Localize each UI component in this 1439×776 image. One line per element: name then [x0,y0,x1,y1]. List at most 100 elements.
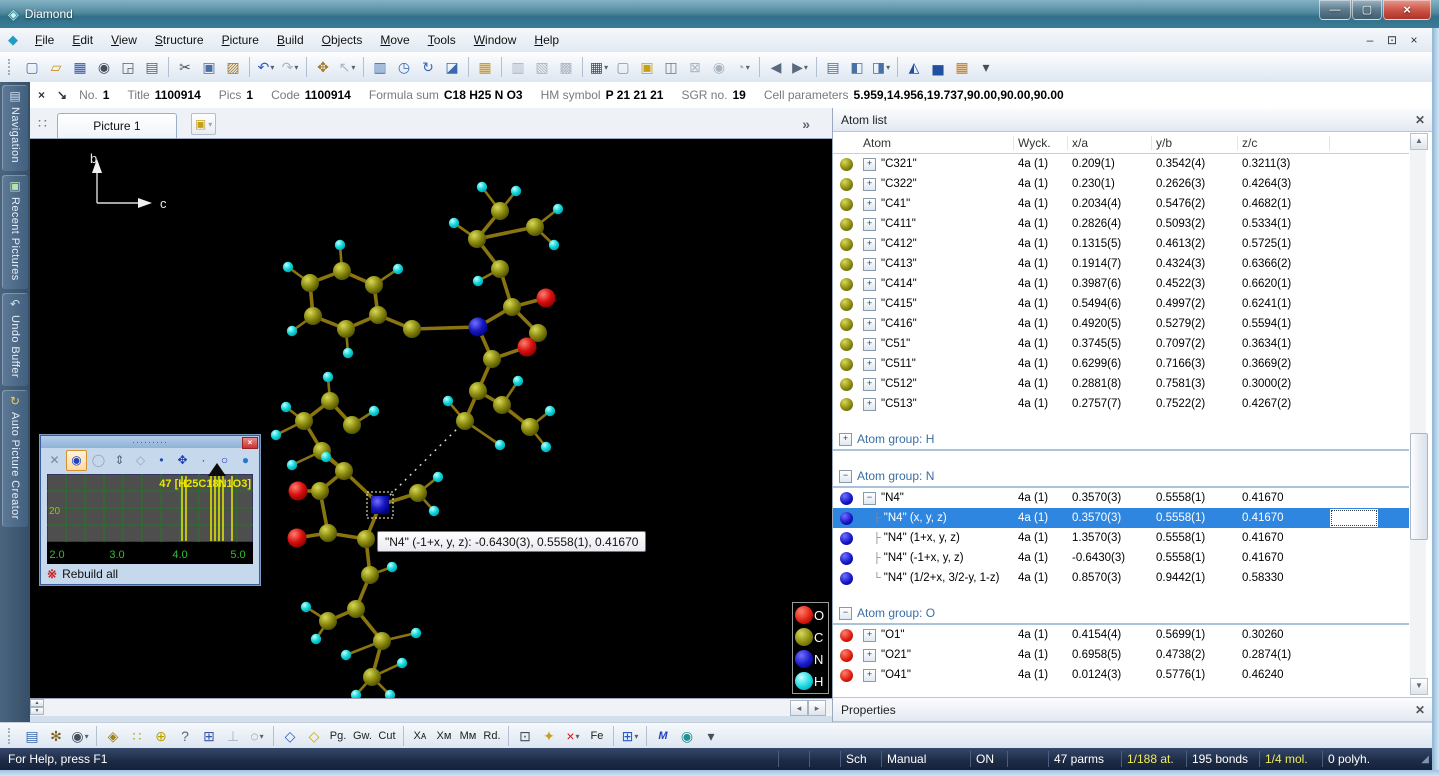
cut-label-button[interactable]: Cut [376,725,398,747]
assign-wizard-icon[interactable]: ✻ [45,725,67,747]
table-row[interactable]: +"C322"4a (1)0.230(1)0.2626(3)0.4264(3) [833,174,1409,194]
table-row[interactable]: +"C412"4a (1)0.1315(5)0.4613(2)0.5725(1) [833,234,1409,254]
menu-window[interactable]: Window [465,29,526,51]
prev-picture-icon[interactable]: ◀ [765,56,787,78]
scroll-left-button[interactable]: ◂ [790,700,808,716]
tab-grid-icon[interactable]: ∷ [38,115,47,132]
column-header[interactable]: y/b [1152,136,1238,150]
tool-split-updown-icon[interactable]: ⇕ [110,451,129,470]
atom-question-icon[interactable]: ? [174,725,196,747]
table-row[interactable]: +"O1"4a (1)0.4154(4)0.5699(1)0.30260 [833,625,1409,645]
xm-label-button[interactable]: Xᴍ [433,725,455,747]
table-row[interactable]: ├"N4" (1+x, y, z)4a (1)1.3570(3)0.5558(1… [833,528,1409,548]
menu-move[interactable]: Move [371,29,418,51]
table-row[interactable]: +"C51"4a (1)0.3745(5)0.7097(2)0.3634(1) [833,334,1409,354]
table-row[interactable]: +"C416"4a (1)0.4920(5)0.5279(2)0.5594(1) [833,314,1409,334]
sidebar-tab-undo-buffer[interactable]: ↶Undo Buffer [2,293,28,386]
blank-picture-icon[interactable]: ▢ [612,56,634,78]
fill-unit-cell-icon[interactable]: ◈ [102,725,124,747]
maximize-button[interactable]: ▢ [1352,0,1382,20]
scrollbar-thumb[interactable] [1410,433,1428,540]
tool-target-select-icon[interactable]: ◉ [66,450,87,471]
mdi-minimize-button[interactable]: – [1362,33,1378,47]
data-sheet-icon[interactable]: ▦ [951,56,973,78]
report-view-icon[interactable]: ▤ [822,56,844,78]
pan-hand-icon[interactable]: ✥ [312,56,334,78]
menu-objects[interactable]: Objects [313,29,372,51]
tool-target-circle-icon[interactable]: ◯ [89,451,108,470]
print-preview-icon[interactable]: ◲ [117,56,139,78]
table-row-selected[interactable]: ├"N4" (x, y, z)4a (1)0.3570(3)0.5558(1)0… [833,508,1409,528]
table-row[interactable]: +"C411"4a (1)0.2826(4)0.5093(2)0.5334(1) [833,214,1409,234]
table-row[interactable]: └"N4" (1/2+x, 3/2-y, 1-z)4a (1)0.8570(3)… [833,568,1409,588]
tab-overflow-chevron[interactable]: » [802,116,810,132]
column-header[interactable]: Atom [859,136,1014,150]
find-binoculars-icon[interactable]: ◉ [93,56,115,78]
menu-help[interactable]: Help [525,29,568,51]
scroll-up-button[interactable]: ▲ [1410,133,1428,150]
coordination-sphere-icon[interactable]: ◌▾ [246,725,268,747]
palette-close-button[interactable]: × [242,437,258,449]
info-close-icon[interactable]: × [38,88,45,102]
atom-group-header[interactable]: +Atom group: H [833,429,1409,451]
minimize-button[interactable]: — [1319,0,1351,20]
scroll-down-button[interactable]: ▼ [1410,678,1428,695]
close-button[interactable]: × [1383,0,1431,20]
menu-file[interactable]: File [26,29,63,51]
new-picture-icon[interactable]: ▣ [636,56,658,78]
mdi-close-button[interactable]: × [1406,33,1422,47]
split-view-right-icon[interactable]: ◨▾ [870,56,892,78]
add-atoms-group-icon[interactable]: ∷ [126,725,148,747]
split-view-left-icon[interactable]: ◧ [846,56,868,78]
info-expand-icon[interactable]: ↘ [57,88,67,102]
atom-group-header[interactable]: −Atom group: O [833,603,1409,625]
navigation-pane-icon[interactable]: ▥ [369,56,391,78]
table-row[interactable]: +"O41"4a (1)0.0124(3)0.5776(1)0.46240 [833,665,1409,685]
table-row[interactable]: +"C512"4a (1)0.2881(8)0.7581(3)0.3000(2) [833,374,1409,394]
menu-picture[interactable]: Picture [213,29,268,51]
menu-build[interactable]: Build [268,29,313,51]
properties-sheet-icon[interactable]: ▤ [21,725,43,747]
atom-group-header[interactable]: −Atom group: N [833,466,1409,488]
tool-close-icon[interactable]: ✕ [45,451,64,470]
xa-label-button[interactable]: Xᴀ [409,725,431,747]
cut-icon[interactable]: ✂ [174,56,196,78]
menu-tools[interactable]: Tools [419,29,465,51]
column-header[interactable]: Wyck. [1014,136,1068,150]
delete-red-icon[interactable]: ×▾ [562,725,584,747]
rd-label-button[interactable]: Rd. [481,725,503,747]
column-header[interactable]: x/a [1068,136,1152,150]
atom-list-close-icon[interactable]: ✕ [1415,113,1425,127]
print-icon[interactable]: ▤ [141,56,163,78]
table-row[interactable]: +"C513"4a (1)0.2757(7)0.7522(2)0.4267(2) [833,394,1409,414]
column-header[interactable]: z/c [1238,136,1330,150]
sidebar-tab-recent-pictures[interactable]: ▣Recent Pictures [2,175,28,289]
unit-cell-box-icon[interactable]: ⊡ [514,725,536,747]
undo-icon[interactable]: ↶▾ [255,56,277,78]
histogram-plot-icon[interactable]: ▅ [927,56,949,78]
recent-pictures-pane-icon[interactable]: ◷ [393,56,415,78]
copy-icon[interactable]: ▣ [198,56,220,78]
mm-label-button[interactable]: Mᴍ [457,725,479,747]
new-document-icon[interactable]: ▢ [21,56,43,78]
open-folder-icon[interactable]: ▱ [45,56,67,78]
table-row[interactable]: +"C511"4a (1)0.6299(6)0.7166(3)0.3669(2) [833,354,1409,374]
sidebar-tab-navigation[interactable]: ▤Navigation [2,85,28,171]
viewport-spinner[interactable]: ▲▼ [30,699,44,715]
new-table-icon[interactable]: ▦ [474,56,496,78]
structure-viewport[interactable]: bc OCNH "N4" (-1+x, y, z): -0.6430(3), 0… [30,139,832,698]
polyhedron-yellow-icon[interactable]: ◇ [303,725,325,747]
table-row[interactable]: +"C41"4a (1)0.2034(4)0.5476(2)0.4682(1) [833,194,1409,214]
tool-diamond-frame-icon[interactable]: ◇ [131,451,150,470]
axes-star-icon[interactable]: ✦ [538,725,560,747]
palette-title-bar[interactable]: ········· × [41,436,259,448]
tool-dot-halo-icon[interactable]: • [152,451,171,470]
tool-move-4way-icon[interactable]: ✥ [173,451,192,470]
rebuild-all-button[interactable]: ※ Rebuild all [47,566,118,582]
atom-list-scrollbar[interactable]: ▲ ▼ [1410,133,1426,695]
tracking-palette-window[interactable]: ········· × ✕◉◯⇕◇•✥·○● 2.03.04.05.047 [H… [40,435,260,585]
fe-atom-button[interactable]: Fe [586,725,608,747]
menu-structure[interactable]: Structure [146,29,213,51]
scroll-right-button[interactable]: ▸ [808,700,826,716]
toolbar-overflow-icon[interactable]: ▾ [975,56,997,78]
